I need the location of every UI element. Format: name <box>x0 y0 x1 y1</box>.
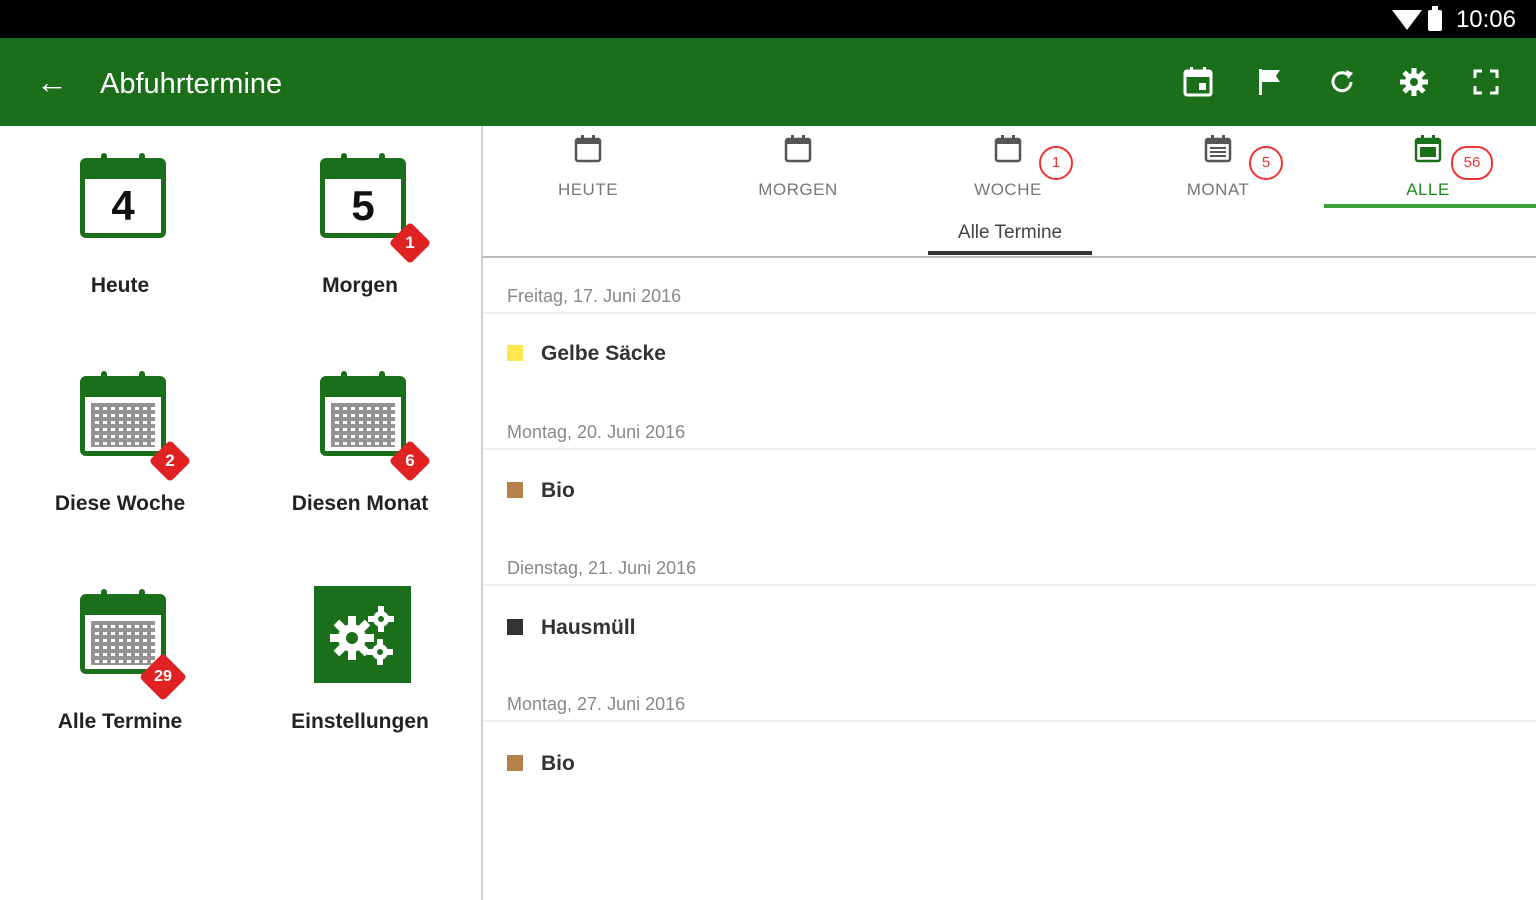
status-time: 10:06 <box>1455 6 1516 33</box>
tab-count-badge: 1 <box>1039 146 1073 180</box>
tile-heute[interactable]: 4 Heute <box>20 146 220 316</box>
subtab-indicator <box>928 251 1092 255</box>
active-tab-indicator <box>1324 204 1536 208</box>
tile-label: Alle Termine <box>57 710 183 733</box>
page-title: Abfuhrtermine <box>100 68 283 100</box>
tile-alle-termine[interactable]: 29 Alle Termine <box>20 582 220 752</box>
list-item[interactable]: Bio <box>507 752 575 776</box>
list-item[interactable]: Bio <box>507 479 575 503</box>
refresh-icon[interactable] <box>1324 64 1360 100</box>
app-bar: ← Abfuhrtermine <box>0 38 1536 126</box>
arrow-left-icon[interactable]: ← <box>34 64 70 100</box>
date-header: Montag, 27. Juni 2016 <box>507 694 686 714</box>
tab-morgen[interactable]: MORGEN <box>693 126 903 206</box>
tab-bar: HEUTE MORGEN 1 WOCHE 5 MONAT 56 ALLE <box>483 126 1536 206</box>
tile-label: Heute <box>90 274 150 297</box>
tab-label: MONAT <box>1186 180 1250 199</box>
count-badge: 1 <box>388 221 432 265</box>
calendar-grid-icon <box>320 371 406 456</box>
waste-color-swatch <box>507 482 523 498</box>
tile-morgen[interactable]: 5 1 Morgen <box>260 146 460 316</box>
calendar-grid-icon <box>80 371 166 456</box>
flag-icon[interactable] <box>1252 64 1288 100</box>
calendar-outline-icon <box>784 135 812 163</box>
left-navigation-panel: 4 Heute 5 1 Morgen 2 Diese Woche 6 Diese… <box>0 126 481 900</box>
gears-icon <box>314 586 411 683</box>
list-item[interactable]: Hausmüll <box>507 616 636 640</box>
panel-divider <box>481 126 483 900</box>
tab-heute[interactable]: HEUTE <box>483 126 693 206</box>
tile-diesen-monat[interactable]: 6 Diesen Monat <box>260 364 460 534</box>
tile-label: Morgen <box>322 274 398 297</box>
tile-diese-woche[interactable]: 2 Diese Woche <box>20 364 220 534</box>
calendar-icon: 4 <box>80 153 166 238</box>
battery-icon <box>1428 6 1442 31</box>
tab-alle[interactable]: 56 ALLE <box>1323 126 1533 206</box>
tile-label: Diese Woche <box>54 492 186 515</box>
tab-monat[interactable]: 5 MONAT <box>1113 126 1323 206</box>
tab-label: MORGEN <box>758 180 838 199</box>
count-badge: 29 <box>138 652 188 702</box>
tab-count-badge: 56 <box>1451 146 1493 180</box>
fullscreen-icon[interactable] <box>1468 64 1504 100</box>
tab-count-badge: 5 <box>1249 146 1283 180</box>
calendar-icon: 5 <box>320 153 406 238</box>
calendar-today-icon[interactable] <box>1180 64 1216 100</box>
calendar-list-icon <box>1204 135 1232 163</box>
tile-label: Diesen Monat <box>291 492 429 515</box>
header-divider <box>483 256 1536 258</box>
count-badge: 2 <box>148 439 192 483</box>
wifi-icon <box>1392 10 1422 30</box>
calendar-outline-icon <box>574 135 602 163</box>
tile-label: Einstellungen <box>291 710 429 733</box>
settings-gear-icon[interactable] <box>1396 64 1432 100</box>
waste-color-swatch <box>507 345 523 361</box>
date-header: Montag, 20. Juni 2016 <box>507 422 686 442</box>
list-item[interactable]: Gelbe Säcke <box>507 342 666 366</box>
tab-woche[interactable]: 1 WOCHE <box>903 126 1113 206</box>
date-header: Dienstag, 21. Juni 2016 <box>507 558 697 578</box>
date-header: Freitag, 17. Juni 2016 <box>507 286 682 306</box>
calendar-all-icon <box>1414 135 1442 163</box>
tile-einstellungen[interactable]: Einstellungen <box>260 582 460 752</box>
status-bar: 10:06 <box>0 0 1536 38</box>
calendar-day-number: 4 <box>111 182 135 229</box>
tab-label: HEUTE <box>557 180 619 199</box>
waste-color-swatch <box>507 619 523 635</box>
calendar-day-number: 5 <box>351 182 375 229</box>
tab-label: WOCHE <box>974 180 1042 199</box>
count-badge: 6 <box>388 439 432 483</box>
waste-color-swatch <box>507 755 523 771</box>
tab-label: ALLE <box>1406 180 1450 199</box>
calendar-outline-icon <box>994 135 1022 163</box>
